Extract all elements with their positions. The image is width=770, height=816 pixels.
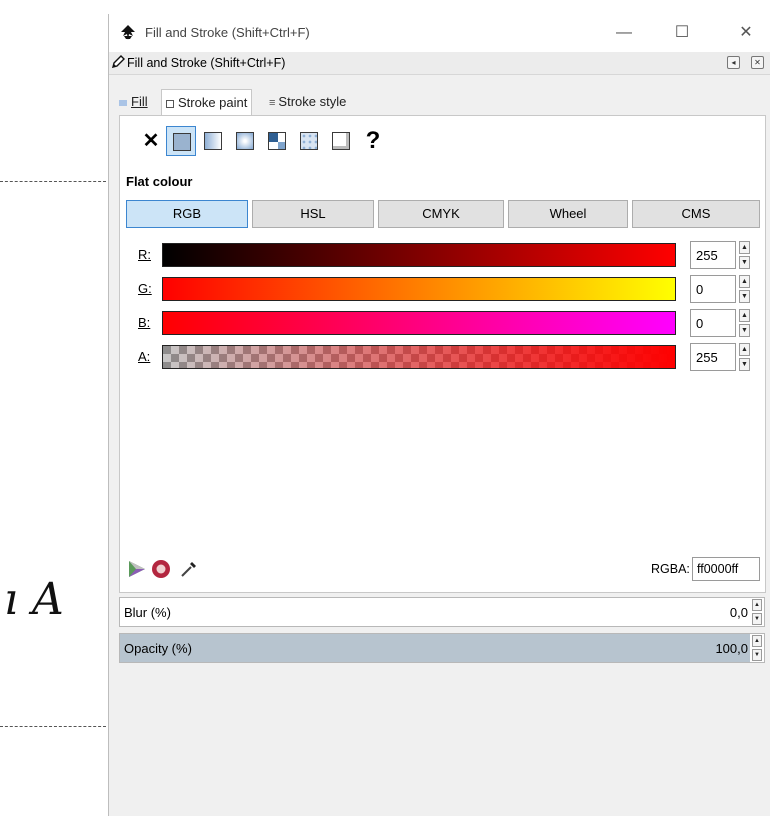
channel-row-g: G: 0 ▲ ▼ <box>120 274 760 304</box>
out-of-gamut-icon <box>152 560 170 578</box>
channel-row-b: B: 0 ▲ ▼ <box>120 308 760 338</box>
alpha-spin-up-icon[interactable]: ▲ <box>739 343 750 356</box>
red-spinner[interactable]: ▲ ▼ <box>739 241 750 269</box>
unset-paint-icon <box>332 132 350 150</box>
window-title: Fill and Stroke (Shift+Ctrl+F) <box>145 25 310 40</box>
channel-row-r: R: 255 ▲ ▼ <box>120 240 760 270</box>
green-spinner[interactable]: ▲ ▼ <box>739 275 750 303</box>
blur-spin-down-icon[interactable]: ▼ <box>752 613 762 625</box>
tab-fill[interactable]: Fill <box>119 89 148 115</box>
dock-iconify-button[interactable]: ◂ <box>727 56 740 69</box>
alpha-spin-down-icon[interactable]: ▼ <box>739 358 750 371</box>
rgba-input[interactable]: ff0000ff <box>692 557 760 581</box>
blue-spinner[interactable]: ▲ ▼ <box>739 309 750 337</box>
flat-colour-icon <box>173 133 191 151</box>
alpha-value-field[interactable]: 255 <box>690 343 736 371</box>
maximize-button[interactable]: ☐ <box>665 20 699 46</box>
opacity-spin-down-icon[interactable]: ▼ <box>752 649 762 661</box>
green-slider[interactable] <box>162 277 676 301</box>
opacity-value: 100,0 <box>715 641 748 656</box>
stroke-style-icon: ≡ <box>269 97 276 109</box>
stroke-paint-page: ✕ ? Flat colour RGB HSL CMYK Wheel CMS R… <box>119 115 766 593</box>
channel-label-g: G: <box>138 281 152 296</box>
alpha-spinner[interactable]: ▲ ▼ <box>739 343 750 371</box>
blue-value: 0 <box>696 316 704 331</box>
red-spin-up-icon[interactable]: ▲ <box>739 241 750 254</box>
blur-spin-up-icon[interactable]: ▲ <box>752 599 762 611</box>
blue-spin-down-icon[interactable]: ▼ <box>739 324 750 337</box>
channel-label-a: A: <box>138 349 151 364</box>
mode-cmyk-button[interactable]: CMYK <box>378 200 504 228</box>
green-value: 0 <box>696 282 704 297</box>
green-spin-up-icon[interactable]: ▲ <box>739 275 750 288</box>
channel-label-r: R: <box>138 247 151 262</box>
tab-stroke-paint[interactable]: Stroke paint <box>161 89 253 117</box>
red-spin-down-icon[interactable]: ▼ <box>739 256 750 269</box>
radial-gradient-button[interactable] <box>230 126 260 156</box>
radial-gradient-icon <box>236 132 254 150</box>
blur-spinner[interactable]: ▲ ▼ <box>752 599 762 625</box>
brush-icon <box>112 55 125 68</box>
fill-swatch-icon <box>119 99 127 106</box>
swatch-button[interactable] <box>294 126 324 156</box>
pattern-button[interactable] <box>262 126 292 156</box>
swatch-icon <box>300 132 318 150</box>
alpha-slider-gradient <box>163 346 675 368</box>
canvas-guide-top <box>0 181 106 182</box>
blur-value: 0,0 <box>729 605 748 620</box>
title-bar[interactable]: Fill and Stroke (Shift+Ctrl+F) — ☐ ✕ <box>109 14 770 52</box>
dock-close-button[interactable]: ✕ <box>751 56 764 69</box>
stroke-paint-icon <box>166 99 174 108</box>
opacity-spin-up-icon[interactable]: ▲ <box>752 635 762 647</box>
mode-wheel-button[interactable]: Wheel <box>508 200 628 228</box>
red-value: 255 <box>696 248 718 263</box>
red-value-field[interactable]: 255 <box>690 241 736 269</box>
opacity-fill <box>120 634 750 662</box>
pattern-icon <box>268 132 286 150</box>
close-button[interactable]: ✕ <box>729 20 763 46</box>
canvas-guide-bottom <box>0 726 106 727</box>
blue-spin-up-icon[interactable]: ▲ <box>739 309 750 322</box>
linear-gradient-button[interactable] <box>198 126 228 156</box>
dialog-panel: Fill Stroke paint ≡ Stroke style ✕ ? Fla… <box>109 75 770 816</box>
section-title: Flat colour <box>126 174 193 189</box>
color-managed-icon <box>129 561 145 577</box>
opacity-label: Opacity (%) <box>124 641 192 656</box>
channel-label-b: B: <box>138 315 151 330</box>
rgba-label: RGBA: <box>651 562 690 576</box>
dock-header: Fill and Stroke (Shift+Ctrl+F) ◂ ✕ <box>109 52 770 75</box>
alpha-value: 255 <box>696 350 718 365</box>
fill-stroke-window: Fill and Stroke (Shift+Ctrl+F) — ☐ ✕ Fil… <box>108 14 770 816</box>
opacity-field[interactable]: Opacity (%) 100,0 ▲ ▼ <box>119 633 765 663</box>
mode-cms-button[interactable]: CMS <box>632 200 760 228</box>
mode-rgb-button[interactable]: RGB <box>126 200 248 228</box>
green-spin-down-icon[interactable]: ▼ <box>739 290 750 303</box>
blue-slider[interactable] <box>162 311 676 335</box>
alpha-slider[interactable] <box>162 345 676 369</box>
tab-fill-label: Fill <box>131 94 148 109</box>
channel-row-a: A: 255 ▲ ▼ <box>120 342 760 372</box>
blur-label: Blur (%) <box>124 605 171 620</box>
mode-hsl-button[interactable]: HSL <box>252 200 374 228</box>
unset-paint-button[interactable] <box>326 126 356 156</box>
dock-title: Fill and Stroke (Shift+Ctrl+F) <box>127 56 286 70</box>
red-slider[interactable] <box>162 243 676 267</box>
linear-gradient-icon <box>204 132 222 150</box>
flat-colour-button[interactable] <box>166 126 196 156</box>
eyedropper-icon[interactable] <box>178 558 200 580</box>
unknown-paint-button[interactable]: ? <box>358 126 388 156</box>
green-value-field[interactable]: 0 <box>690 275 736 303</box>
opacity-spinner[interactable]: ▲ ▼ <box>752 635 762 661</box>
tab-stroke-style-label: Stroke style <box>278 94 347 109</box>
blur-field[interactable]: Blur (%) 0,0 ▲ ▼ <box>119 597 765 627</box>
no-paint-button[interactable]: ✕ <box>136 126 166 156</box>
minimize-button[interactable]: — <box>607 20 641 46</box>
tab-stroke-paint-label: Stroke paint <box>178 95 248 110</box>
blue-value-field[interactable]: 0 <box>690 309 736 337</box>
canvas-text: ı A <box>4 574 64 625</box>
inkscape-icon <box>121 25 135 40</box>
tab-stroke-style[interactable]: ≡ Stroke style <box>269 89 346 115</box>
